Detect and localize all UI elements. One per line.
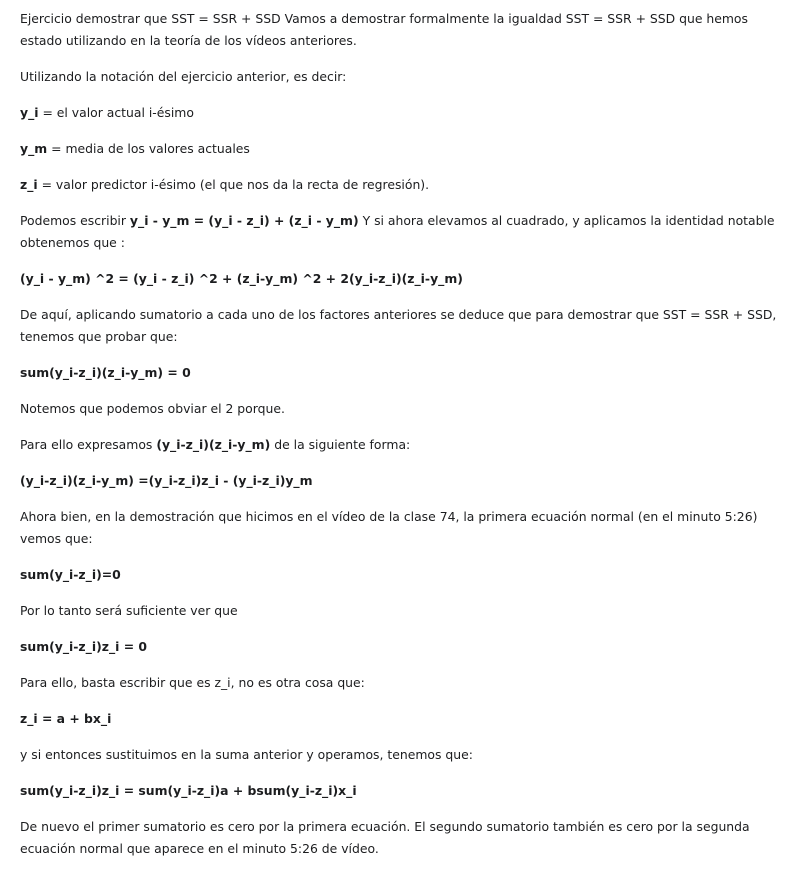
equation-expansion: (y_i-z_i)(z_i-y_m) =(y_i-z_i)z_i - (y_i-… — [20, 470, 782, 492]
text: de la siguiente forma: — [270, 437, 411, 452]
equation: sum(y_i-z_i)(z_i-y_m) = 0 — [20, 365, 191, 380]
term-y-i: y_i — [20, 105, 39, 120]
conclusion-paragraph: De nuevo el primer sumatorio es cero por… — [20, 819, 750, 856]
sufficiency-paragraph: Por lo tanto será suficiente ver que — [20, 603, 238, 618]
article-content: Ejercicio demostrar que SST = SSR + SSD … — [0, 0, 800, 860]
notation-intro: Utilizando la notación del ejercicio ant… — [20, 69, 347, 84]
expression-paragraph: Para ello expresamos (y_i-z_i)(z_i-y_m) … — [20, 434, 782, 456]
note-paragraph: Notemos que podemos obviar el 2 porque. — [20, 401, 285, 416]
definition-y-m: y_m = media de los valores actuales — [20, 138, 782, 160]
intro-paragraph: Ejercicio demostrar que SST = SSR + SSD … — [20, 11, 748, 48]
equation: sum(y_i-z_i)z_i = 0 — [20, 639, 148, 654]
equation: (y_i - y_m) ^2 = (y_i - z_i) ^2 + (z_i-y… — [20, 271, 463, 286]
equation: sum(y_i-z_i)=0 — [20, 567, 121, 582]
substitution-paragraph: y si entonces sustituimos en la suma ant… — [20, 747, 473, 762]
text: Para ello expresamos — [20, 437, 157, 452]
equation: z_i = a + bx_i — [20, 711, 112, 726]
definition-text: = el valor actual i-ésimo — [38, 105, 194, 120]
equation-inline: (y_i-z_i)(z_i-y_m) — [156, 437, 271, 452]
deduction-paragraph: De aquí, aplicando sumatorio a cada uno … — [20, 307, 777, 344]
term-y-m: y_m — [20, 141, 48, 156]
equation-substitution: sum(y_i-z_i)z_i = sum(y_i-z_i)a + bsum(y… — [20, 780, 782, 802]
equation-inline: y_i - y_m = (y_i - z_i) + (z_i - y_m) — [129, 213, 359, 228]
text: Podemos escribir — [20, 213, 130, 228]
definition-z-i: z_i = valor predictor i-ésimo (el que no… — [20, 174, 782, 196]
definition-y-i: y_i = el valor actual i-ésimo — [20, 102, 782, 124]
definition-text: = valor predictor i-ésimo (el que nos da… — [37, 177, 430, 192]
equation-square: (y_i - y_m) ^2 = (y_i - z_i) ^2 + (z_i-y… — [20, 268, 782, 290]
definition-text: = media de los valores actuales — [47, 141, 250, 156]
zi-explanation-paragraph: Para ello, basta escribir que es z_i, no… — [20, 675, 365, 690]
equation-regression-line: z_i = a + bx_i — [20, 708, 782, 730]
decomposition-paragraph: Podemos escribir y_i - y_m = (y_i - z_i)… — [20, 210, 782, 254]
equation: (y_i-z_i)(z_i-y_m) =(y_i-z_i)z_i - (y_i-… — [20, 473, 313, 488]
normal-equation-paragraph: Ahora bien, en la demostración que hicim… — [20, 509, 758, 546]
equation-target: sum(y_i-z_i)z_i = 0 — [20, 636, 782, 658]
term-z-i: z_i — [20, 177, 38, 192]
equation-first-normal: sum(y_i-z_i)=0 — [20, 564, 782, 586]
equation: sum(y_i-z_i)z_i = sum(y_i-z_i)a + bsum(y… — [20, 783, 357, 798]
equation-sum-zero: sum(y_i-z_i)(z_i-y_m) = 0 — [20, 362, 782, 384]
